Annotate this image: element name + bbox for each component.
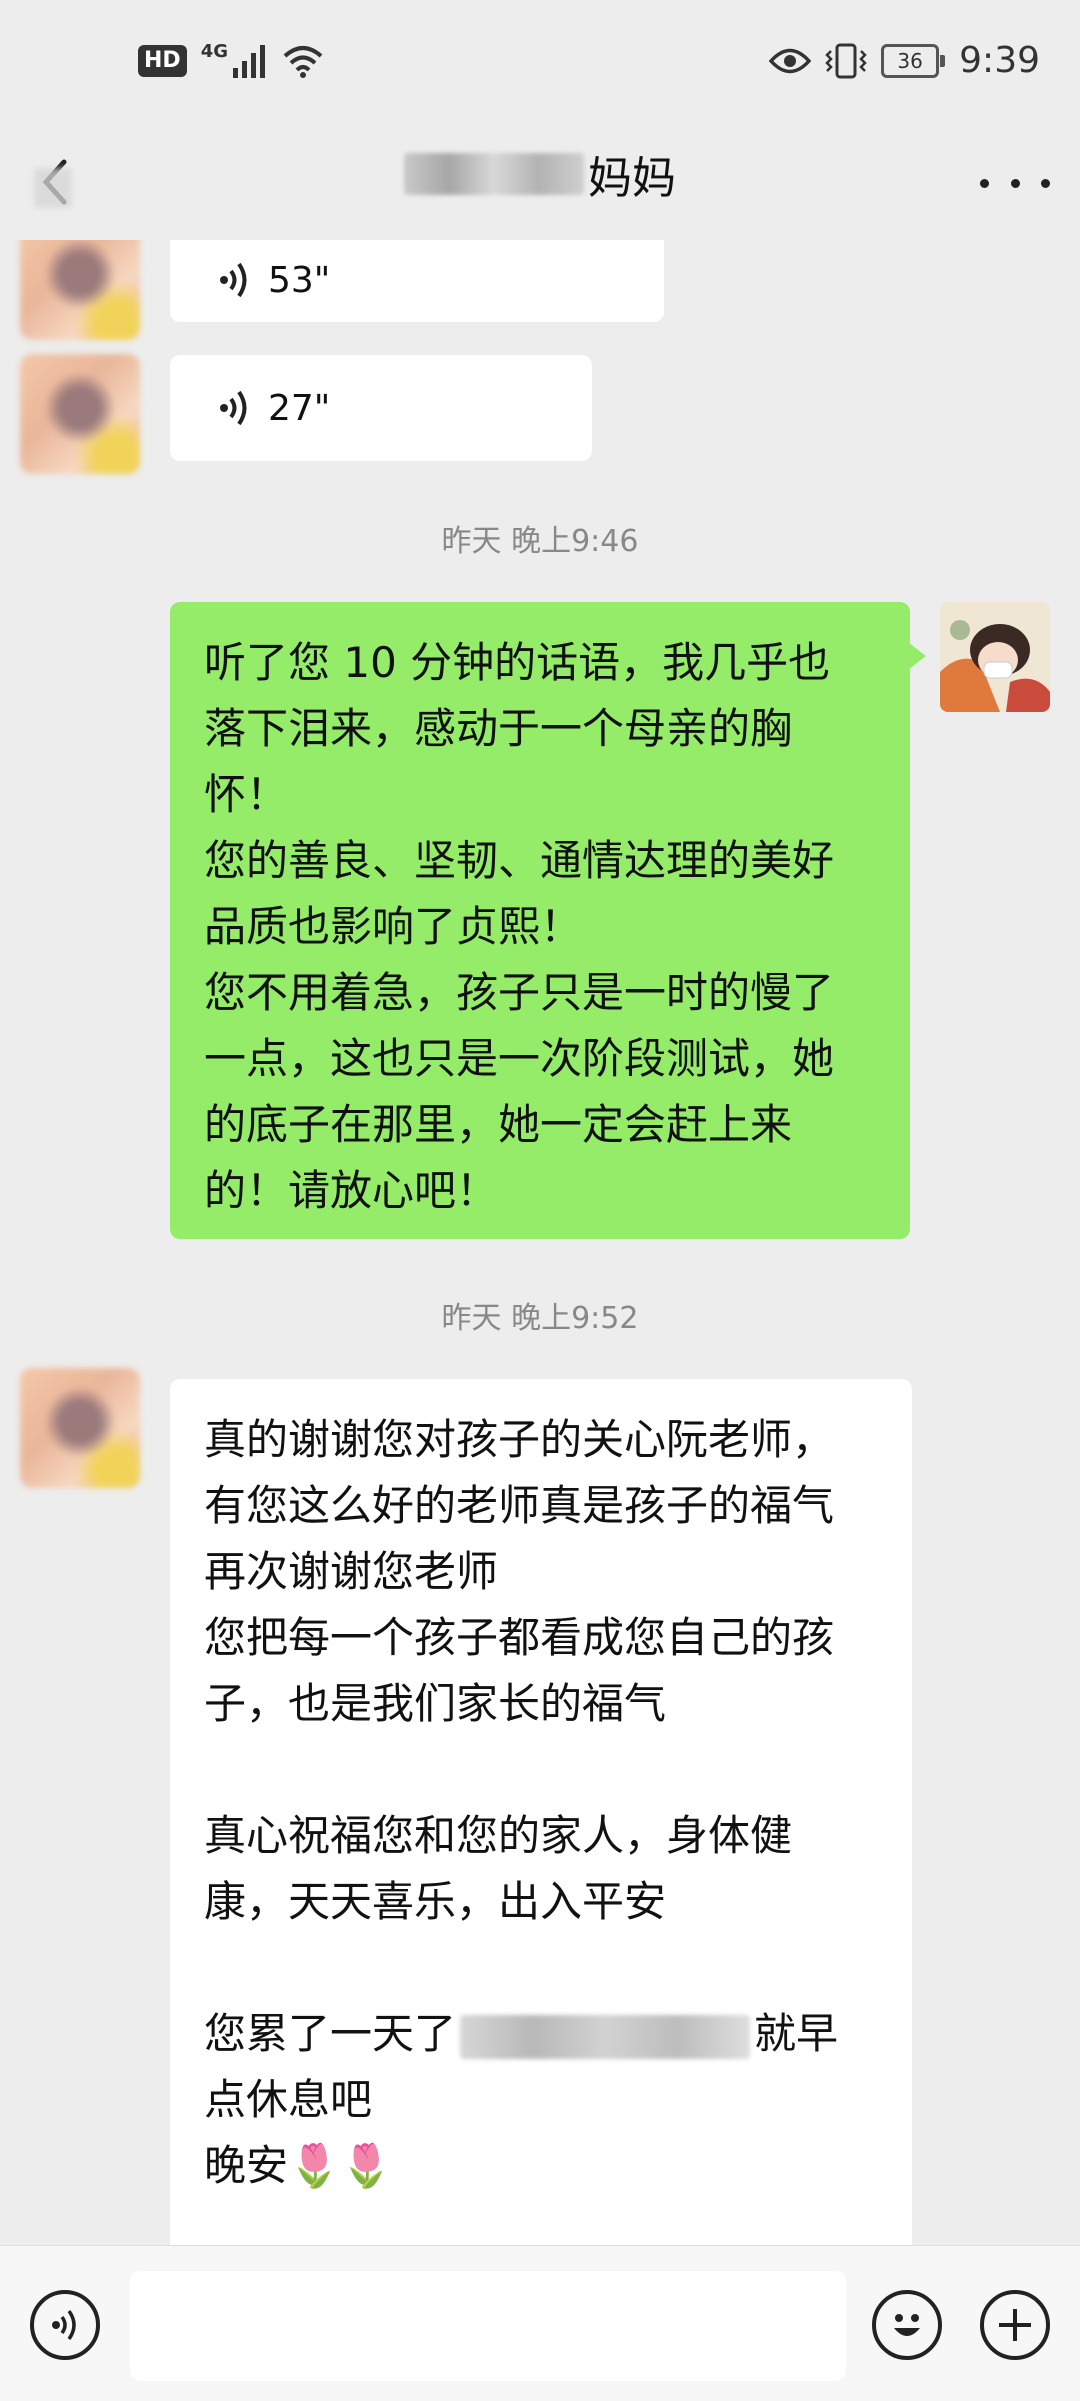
clock: 9:39 (959, 40, 1040, 81)
contact-avatar[interactable] (20, 240, 140, 340)
eye-icon (769, 48, 812, 73)
message-line: 品质也影响了贞熙！ (204, 902, 583, 951)
more-options-button[interactable] (980, 158, 1050, 208)
page-title: 妈妈 (588, 153, 676, 204)
message-line: 您把每一个孩子都看成您自己的孩 (204, 1613, 835, 1662)
message-line-start: 您累了一天了 (204, 2009, 457, 2058)
voice-message[interactable]: 27" (170, 355, 592, 461)
more-functions-button[interactable] (980, 2290, 1050, 2360)
message-line: 一点，这也只是一次阶段测试，她 (204, 1034, 835, 1083)
voice-input-button[interactable] (30, 2290, 100, 2360)
message-input[interactable] (130, 2271, 846, 2381)
message-line: 子，也是我们家长的福气 (204, 1679, 667, 1728)
received-message-bubble[interactable]: 真的谢谢您对孩子的关心阮老师， 有您这么好的老师真是孩子的福气 再次谢谢您老师 … (170, 1379, 912, 2245)
network-type: 4G (200, 40, 228, 62)
hd-icon: HD (138, 45, 187, 77)
voice-duration: 27" (268, 387, 331, 429)
my-avatar[interactable] (940, 602, 1050, 712)
message-line: 康，天天喜乐，出入平安 (204, 1877, 667, 1926)
redacted-text (460, 2014, 751, 2059)
wifi-icon (283, 46, 323, 78)
message-line: 的！请放心吧！ (204, 1166, 499, 1215)
message-line: 落下泪来，感动于一个母亲的胸 (204, 704, 793, 753)
battery-icon: 36 (881, 43, 946, 78)
contact-avatar[interactable] (20, 354, 140, 474)
voice-wave-icon (220, 262, 247, 298)
voice-duration: 53" (268, 259, 331, 301)
message-line: 的底子在那里，她一定会赶上来 (204, 1100, 793, 1149)
message-timestamp: 昨天 晚上9:46 (441, 524, 639, 559)
message-timestamp: 昨天 晚上9:52 (441, 1301, 639, 1336)
message-line: 怀！ (204, 770, 289, 819)
chat-messages[interactable]: 53" 27" 昨天 晚上9:46 听了您 10 分钟的话语，我几乎也 落下泪来… (0, 240, 1080, 2245)
smiley-icon (894, 2314, 920, 2336)
sent-message-bubble[interactable]: 听了您 10 分钟的话语，我几乎也 落下泪来，感动于一个母亲的胸 怀！ 您的善良… (170, 602, 926, 1239)
emoji-button[interactable] (872, 2290, 942, 2360)
contact-avatar[interactable] (20, 1368, 140, 1488)
cell-signal-icon (233, 45, 265, 78)
voice-wave-icon (52, 2309, 76, 2341)
message-line: 听了您 10 分钟的话语，我几乎也 (204, 638, 831, 687)
message-line: 您不用着急，孩子只是一时的慢了 (204, 968, 835, 1017)
redacted-name (404, 153, 584, 195)
message-line: 有您这么好的老师真是孩子的福气 (204, 1481, 835, 1530)
message-line: 您累了一天了 就早 (204, 2001, 878, 2067)
message-line: 真的谢谢您对孩子的关心阮老师， (204, 1415, 835, 1464)
avatar-illustration (940, 602, 1050, 712)
message-line (204, 1737, 878, 1803)
message-line: 真心祝福您和您的家人，身体健 (204, 1811, 793, 1860)
message-line (204, 1935, 878, 2001)
input-bar (0, 2245, 1080, 2401)
message-line: 点休息吧 (204, 2075, 373, 2124)
dot-icon (1041, 178, 1050, 188)
dot-icon (980, 178, 989, 188)
plus-icon (999, 2309, 1031, 2341)
message-line-end: 就早 (754, 2009, 839, 2058)
vibrate-icon (825, 43, 867, 78)
voice-message[interactable]: 53" (170, 240, 664, 322)
message-line: 您的善良、坚韧、通情达理的美好 (204, 836, 835, 885)
voice-wave-icon (220, 390, 247, 426)
dot-icon (1010, 178, 1020, 188)
message-line: 再次谢谢您老师 (204, 1547, 499, 1596)
message-line: 晚安🌷🌷 (204, 2141, 393, 2190)
status-bar: HD 4G 36 9:39 (0, 0, 1080, 130)
battery-level: 36 (897, 48, 923, 73)
chat-header: 妈妈 (0, 130, 1080, 240)
